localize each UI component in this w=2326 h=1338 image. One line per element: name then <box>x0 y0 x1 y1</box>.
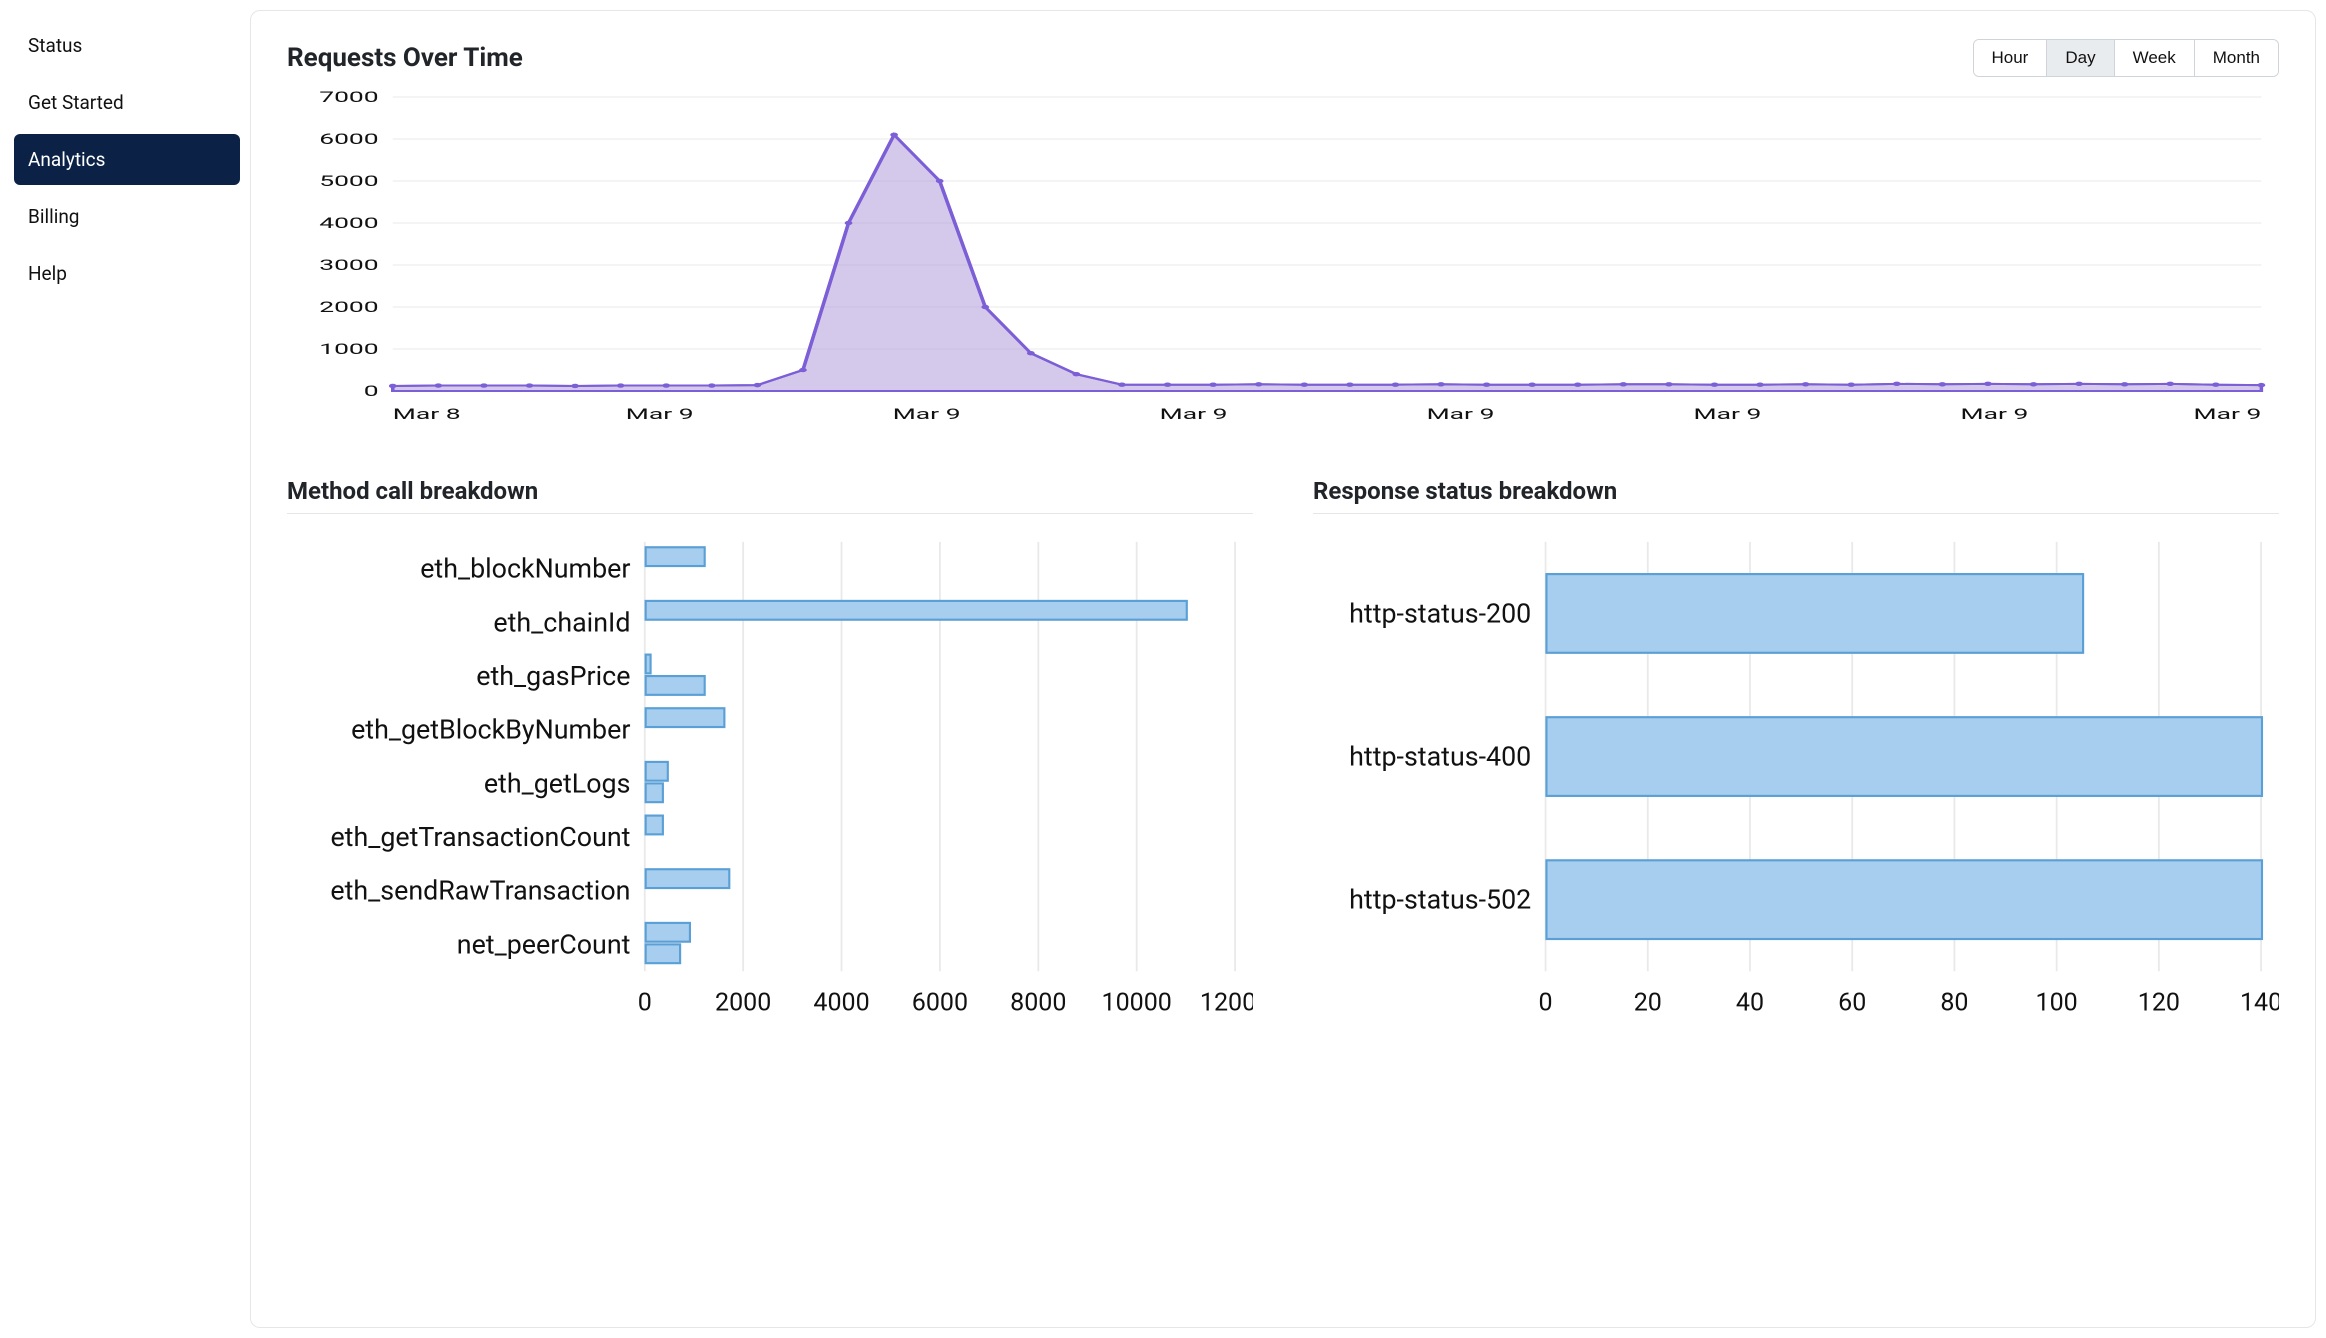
sidebar-item-status[interactable]: Status <box>14 20 240 71</box>
svg-text:3000: 3000 <box>319 257 378 274</box>
sidebar: Status Get Started Analytics Billing Help <box>0 0 250 1338</box>
svg-text:0: 0 <box>638 989 652 1018</box>
svg-text:Mar 9: Mar 9 <box>626 406 694 423</box>
time-range-group: HourDayWeekMonth <box>1973 39 2280 77</box>
svg-text:Mar 9: Mar 9 <box>1160 406 1228 423</box>
svg-text:Mar 9: Mar 9 <box>893 406 961 423</box>
svg-text:eth_getBlockByNumber: eth_getBlockByNumber <box>351 714 630 746</box>
svg-text:20: 20 <box>1634 989 1662 1018</box>
svg-text:Mar 9: Mar 9 <box>1961 406 2029 423</box>
range-button-week[interactable]: Week <box>2114 40 2194 76</box>
svg-text:Mar 9: Mar 9 <box>1694 406 1762 423</box>
method-breakdown-title: Method call breakdown <box>287 477 1253 514</box>
svg-text:1000: 1000 <box>319 341 378 358</box>
svg-text:http-status-200: http-status-200 <box>1349 597 1531 629</box>
svg-text:net_peerCount: net_peerCount <box>457 928 631 960</box>
svg-text:120: 120 <box>2138 989 2180 1018</box>
svg-text:140: 140 <box>2240 989 2279 1018</box>
svg-text:8000: 8000 <box>1010 989 1066 1018</box>
svg-text:2000: 2000 <box>715 989 771 1018</box>
sidebar-item-get-started[interactable]: Get Started <box>14 77 240 128</box>
range-button-day[interactable]: Day <box>2046 40 2113 76</box>
svg-text:Mar 9: Mar 9 <box>1427 406 1495 423</box>
svg-text:eth_getLogs: eth_getLogs <box>484 767 631 799</box>
svg-text:2000: 2000 <box>319 299 378 316</box>
sidebar-item-billing[interactable]: Billing <box>14 191 240 242</box>
svg-text:12000: 12000 <box>1200 989 1253 1018</box>
svg-text:10000: 10000 <box>1102 989 1172 1018</box>
sidebar-item-help[interactable]: Help <box>14 248 240 299</box>
svg-text:http-status-502: http-status-502 <box>1349 884 1531 916</box>
svg-text:eth_getTransactionCount: eth_getTransactionCount <box>330 821 630 853</box>
svg-text:http-status-400: http-status-400 <box>1349 740 1531 772</box>
requests-over-time-chart: 0 1000 2000 3000 4000 5000 6000 7000 Mar 8 Mar 9 M… <box>287 91 2279 431</box>
method-breakdown-chart: 0 2000 4000 6000 8000 10000 12000 eth_blockNumb… <box>287 524 1253 1029</box>
svg-text:Mar 9: Mar 9 <box>2194 406 2262 423</box>
svg-text:0: 0 <box>364 383 379 400</box>
svg-text:40: 40 <box>1736 989 1764 1018</box>
svg-text:60: 60 <box>1838 989 1866 1018</box>
status-breakdown-chart: 0 20 40 60 80 100 120 140 http-status-200 http-st… <box>1313 524 2279 1029</box>
svg-text:eth_chainId: eth_chainId <box>493 606 630 638</box>
requests-chart-title: Requests Over Time <box>287 43 523 73</box>
svg-text:5000: 5000 <box>319 173 378 190</box>
svg-text:4000: 4000 <box>319 215 378 232</box>
range-button-hour[interactable]: Hour <box>1974 40 2047 76</box>
svg-text:100: 100 <box>2036 989 2078 1018</box>
svg-text:6000: 6000 <box>319 131 378 148</box>
svg-text:Mar 8: Mar 8 <box>393 406 461 423</box>
sidebar-item-analytics[interactable]: Analytics <box>14 134 240 185</box>
status-breakdown-title: Response status breakdown <box>1313 477 2279 514</box>
svg-text:eth_sendRawTransaction: eth_sendRawTransaction <box>330 875 630 907</box>
range-button-month[interactable]: Month <box>2194 40 2278 76</box>
svg-text:7000: 7000 <box>319 91 378 106</box>
svg-text:6000: 6000 <box>912 989 968 1018</box>
svg-text:eth_gasPrice: eth_gasPrice <box>476 660 630 692</box>
svg-text:4000: 4000 <box>813 989 869 1018</box>
svg-text:80: 80 <box>1940 989 1968 1018</box>
svg-text:eth_blockNumber: eth_blockNumber <box>420 553 630 585</box>
svg-text:0: 0 <box>1539 989 1553 1018</box>
main-content: Requests Over Time HourDayWeekMonth 0 100… <box>250 10 2316 1328</box>
